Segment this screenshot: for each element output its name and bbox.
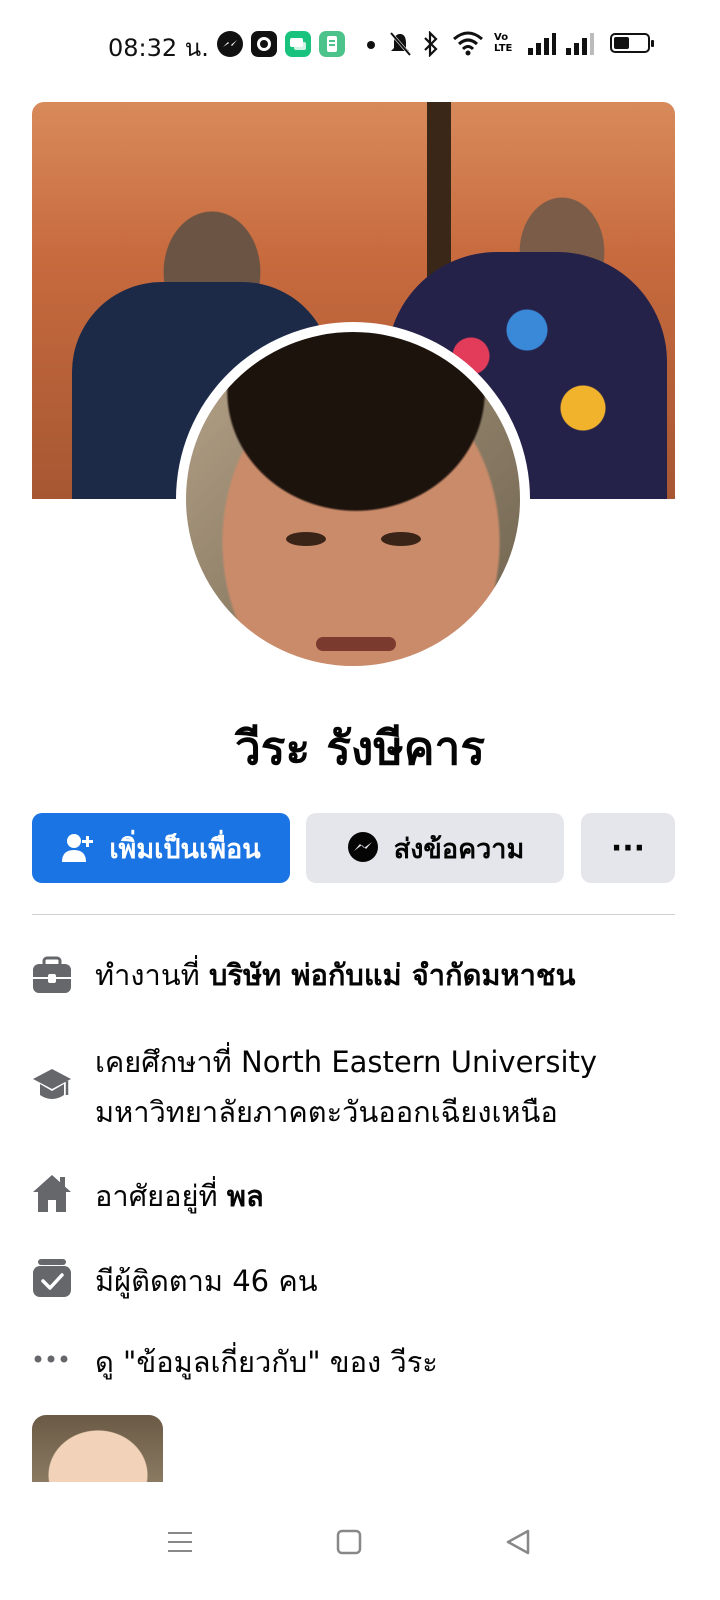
back-triangle-icon	[506, 1529, 530, 1555]
dot-icon	[367, 41, 375, 49]
volte-icon: Vo LTE	[494, 32, 513, 54]
followers-icon	[33, 1259, 71, 1297]
profile-picture[interactable]	[186, 332, 520, 666]
add-friend-label: เพิ่มเป็นเพื่อน	[109, 833, 261, 865]
work-place[interactable]: บริษัท พ่อกับแม่ จำกัดมหาชน	[209, 958, 575, 992]
more-options-button[interactable]: ···	[581, 813, 675, 883]
square-icon	[336, 1529, 362, 1555]
status-bar: 08:32 น. Vo LTE	[0, 0, 720, 90]
about-link[interactable]: ดู "ข้อมูลเกี่ยวกับ" ของ วีระ	[95, 1337, 438, 1387]
bluetooth-icon	[424, 31, 438, 57]
messenger-icon	[217, 31, 243, 57]
education-line-1[interactable]: เคยศึกษาที่ North Eastern University	[95, 1037, 597, 1087]
back-nav-button[interactable]	[488, 1512, 548, 1572]
messenger-icon	[347, 832, 378, 862]
lives-place[interactable]: พล	[227, 1179, 264, 1213]
education-line-2[interactable]: มหาวิทยาลัยภาคตะวันออกเฉียงเหนือ	[95, 1087, 558, 1137]
briefcase-icon	[33, 956, 71, 993]
lives-text: อาศัยอยู่ที่ พล	[95, 1171, 264, 1221]
lives-prefix: อาศัยอยู่ที่	[95, 1179, 218, 1213]
add-friend-icon	[62, 834, 94, 862]
profile-name: วีระ รังษีคาร	[234, 721, 486, 775]
home-icon	[33, 1175, 71, 1212]
featured-photo-thumbnail[interactable]	[32, 1415, 163, 1482]
wifi-icon	[453, 31, 483, 56]
app-icon	[251, 31, 277, 57]
mute-icon	[389, 32, 412, 56]
system-nav-bar	[0, 1482, 720, 1600]
signal-icon	[528, 33, 556, 55]
graduation-cap-icon	[33, 1069, 71, 1099]
work-text: ทำงานที่ บริษัท พ่อกับแม่ จำกัดมหาชน	[95, 950, 575, 1000]
profile-screen: 08:32 น. Vo LTE วีระ รังษีคาร เพิ่มเป็นเ…	[0, 0, 720, 1600]
menu-nav-button[interactable]	[150, 1512, 210, 1572]
app-icon-green	[319, 31, 345, 57]
work-prefix: ทำงานที่	[95, 958, 200, 992]
message-button[interactable]: ส่งข้อความ	[306, 813, 564, 883]
battery-icon	[610, 33, 654, 53]
followers-text[interactable]: มีผู้ติดตาม 46 คน	[95, 1256, 318, 1306]
more-icon: ···	[610, 830, 646, 866]
add-friend-button[interactable]: เพิ่มเป็นเพื่อน	[32, 813, 290, 883]
chat-icon	[285, 31, 311, 57]
signal-icon-2	[566, 33, 594, 55]
message-label: ส่งข้อความ	[393, 833, 525, 865]
menu-icon	[168, 1532, 192, 1552]
home-nav-button[interactable]	[319, 1512, 379, 1572]
more-dots-icon	[34, 1355, 68, 1363]
divider	[32, 914, 675, 915]
status-time: 08:32 น.	[108, 34, 209, 62]
